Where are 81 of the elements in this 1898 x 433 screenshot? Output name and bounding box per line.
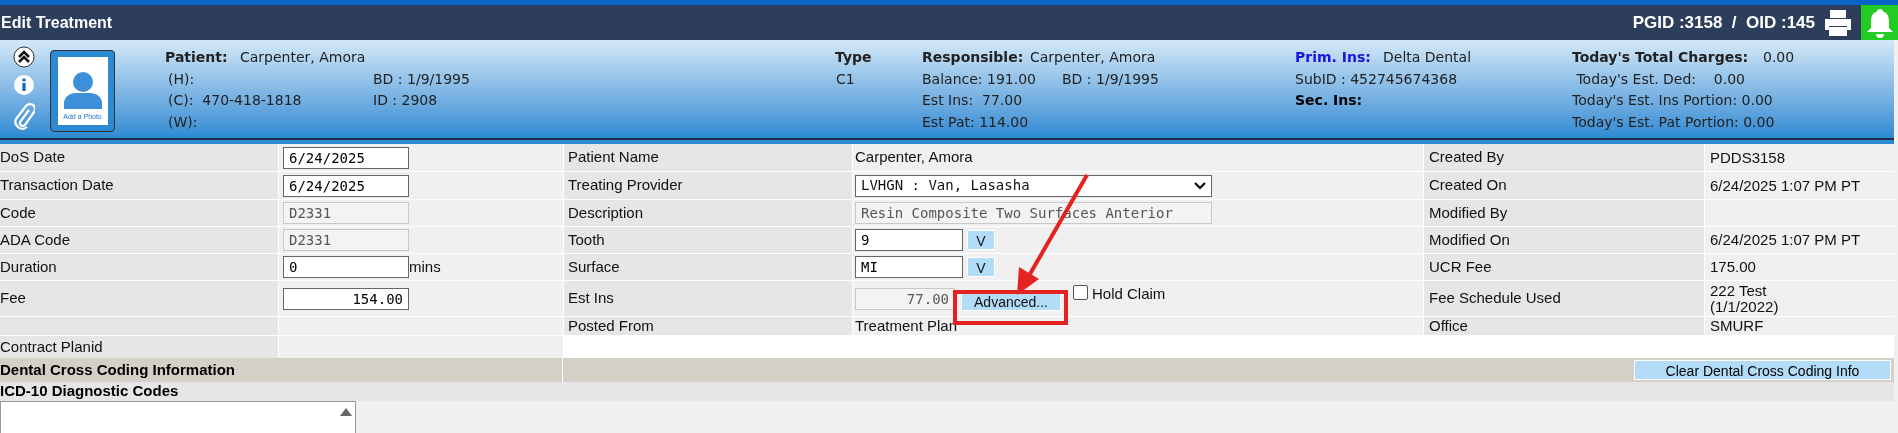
record-ids: PGID :3158 / OID :145 — [1632, 11, 1815, 34]
estimate-line: Today's Est. Ins Portion: 0.00 — [1572, 91, 1773, 110]
input-field[interactable]: 154.00 — [283, 287, 409, 310]
field-label: Duration — [0, 256, 57, 277]
field-label: Transaction Date — [0, 175, 114, 196]
field-label: Code — [0, 202, 36, 223]
field-value: 6/24/2025 1:07 PM PT — [1710, 177, 1861, 194]
field-label: Modified By — [1429, 202, 1508, 223]
field-label: Description — [568, 202, 644, 223]
field-label: Today's Total Charges: — [1572, 48, 1749, 67]
input-field[interactable]: D2331 — [283, 229, 409, 251]
field-label: ADA Code — [0, 229, 71, 250]
input-field[interactable]: D2331 — [283, 202, 409, 224]
field-label: Patient Name — [568, 147, 659, 168]
field-value: 175.00 — [1710, 259, 1756, 275]
scroll-up-icon[interactable] — [340, 408, 352, 416]
field-label: Posted From — [568, 317, 654, 335]
collapse-icon[interactable] — [13, 46, 35, 68]
info-icon[interactable] — [13, 74, 35, 96]
field-label: Patient: — [165, 48, 228, 67]
input-field[interactable]: 6/24/2025 — [283, 174, 409, 197]
patient-name: Carpenter, Amora — [240, 48, 366, 67]
input-field[interactable]: MI — [855, 256, 963, 278]
field-value: Carpenter, Amora — [855, 147, 973, 168]
section-title: ICD-10 Diagnostic Codes — [0, 381, 179, 402]
work-phone: (W): — [168, 113, 198, 132]
field-label: Treating Provider — [568, 175, 683, 196]
birth-date: BD : 1/9/1995 — [373, 70, 470, 89]
field-label: Created By — [1429, 147, 1505, 168]
window-title: Edit Treatment — [0, 12, 113, 33]
section-title: Dental Cross Coding Information — [0, 359, 235, 380]
field-value: 222 Test (1/1/2022) — [1710, 282, 1779, 315]
est-pat-value: Est Pat: 114.00 — [922, 113, 1029, 132]
birth-date: BD : 1/9/1995 — [1062, 70, 1159, 89]
type-value: C1 — [836, 70, 855, 89]
home-phone: (H): — [168, 70, 195, 89]
field-label: Prim. Ins: — [1295, 48, 1371, 67]
field-label: UCR Fee — [1429, 256, 1492, 277]
field-value: PDDS3158 — [1710, 149, 1786, 166]
insurance-name: Delta Dental — [1383, 48, 1472, 67]
field-value: 6/24/2025 1:07 PM PT — [1710, 232, 1861, 248]
field-label: Est Ins — [568, 288, 614, 309]
field-label: Modified On — [1429, 229, 1510, 250]
lookup-button[interactable]: V — [967, 230, 995, 250]
estimate-line: Today's Est. Ded: 0.00 — [1575, 70, 1746, 89]
field-label: Fee Schedule Used — [1429, 288, 1561, 309]
field-label: Fee — [0, 288, 26, 309]
estimate-line: Today's Est. Pat Portion: 0.00 — [1572, 113, 1775, 132]
field-label: Tooth — [568, 229, 605, 250]
responsible-name: Carpenter, Amora — [1030, 48, 1156, 67]
checkbox-label: Hold Claim — [1092, 284, 1166, 304]
unit-label: mins — [409, 257, 441, 277]
paperclip-icon[interactable] — [13, 102, 35, 130]
est-ins-value: Est Ins: 77.00 — [922, 91, 1023, 110]
chevron-down-icon — [1194, 181, 1206, 190]
printer-icon[interactable] — [1823, 8, 1853, 37]
patient-id: ID : 2908 — [373, 91, 438, 110]
field-label: Surface — [568, 256, 620, 277]
field-label: Sec. Ins: — [1295, 91, 1363, 110]
checkbox[interactable] — [1073, 285, 1088, 300]
total-charges-value: 0.00 — [1763, 48, 1795, 67]
provider-dropdown[interactable]: LVHGN : Van, Lasasha — [855, 174, 1212, 197]
cell-phone: (C): 470-418-1818 — [168, 91, 302, 110]
lookup-button[interactable]: V — [967, 257, 995, 277]
field-label: DoS Date — [0, 147, 66, 168]
clear-cross-coding-button[interactable]: Clear Dental Cross Coding Info — [1634, 360, 1891, 380]
input-field[interactable]: 77.00 — [855, 287, 955, 310]
bell-icon — [1865, 7, 1894, 38]
subscriber-id: SubID : 452745674368 — [1295, 70, 1458, 89]
field-label: Created On — [1429, 175, 1507, 196]
field-label: Type — [835, 48, 872, 67]
field-value: Treatment Plan — [855, 317, 957, 335]
field-label: Responsible: — [922, 48, 1024, 67]
diagnostic-codes-field[interactable] — [0, 401, 356, 433]
balance-value: Balance: 191.00 — [922, 70, 1036, 89]
input-field[interactable]: 9 — [855, 229, 963, 251]
field-value: SMURF — [1710, 318, 1764, 334]
field-label: Contract Planid — [0, 336, 103, 357]
input-field[interactable]: 6/24/2025 — [283, 146, 409, 169]
field-label: Office — [1429, 317, 1468, 335]
input-field[interactable]: 0 — [283, 256, 409, 278]
